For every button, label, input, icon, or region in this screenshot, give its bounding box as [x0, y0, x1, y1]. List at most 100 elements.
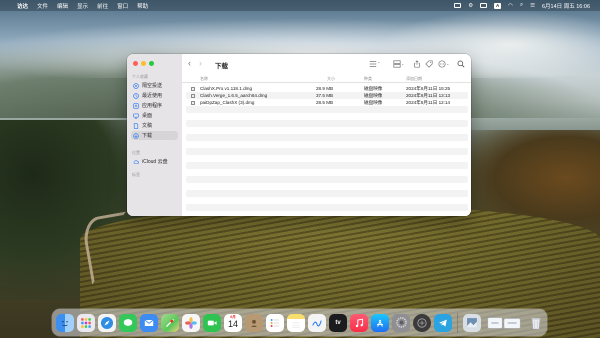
- more-actions-icon[interactable]: ⌄: [438, 59, 449, 68]
- file-row[interactable]: Clash.Verge_1.6.5_aarch64.dmg 37.5 MB 磁盘…: [186, 92, 468, 99]
- empty-row: [186, 162, 468, 169]
- applications-icon: [133, 102, 139, 109]
- clash-icon[interactable]: [413, 313, 431, 332]
- minimize-button[interactable]: [141, 61, 146, 66]
- music-icon[interactable]: [350, 313, 368, 332]
- empty-row: [186, 190, 468, 197]
- finder-sidebar: 个人收藏 隔空投送 最近使用 应用程序 桌面 文稿 下载 位置 iCloud 云…: [127, 54, 182, 216]
- mail-icon[interactable]: [140, 313, 158, 332]
- wifi-icon[interactable]: ◠: [508, 3, 513, 9]
- disk-image-icon: [191, 100, 195, 105]
- share-icon[interactable]: [413, 59, 421, 68]
- empty-row: [186, 169, 468, 176]
- sidebar-item-downloads[interactable]: 下载: [131, 131, 178, 140]
- column-name[interactable]: 名称: [200, 76, 208, 82]
- sidebar-item-label: 最近使用: [142, 93, 163, 99]
- file-row[interactable]: ClashX.Pro.v1.118.1.dmg 28.9 MB 磁盘映像 202…: [186, 85, 468, 92]
- file-list: ClashX.Pro.v1.118.1.dmg 28.9 MB 磁盘映像 202…: [186, 85, 468, 211]
- finder-window: 个人收藏 隔空投送 最近使用 应用程序 桌面 文稿 下载 位置 iCloud 云…: [127, 54, 471, 216]
- finder-icon[interactable]: [56, 313, 74, 332]
- launchpad-icon[interactable]: [77, 313, 95, 332]
- window-controls: [133, 61, 154, 66]
- photos-icon[interactable]: [182, 313, 200, 332]
- facetime-icon[interactable]: [203, 313, 221, 332]
- empty-row: [186, 148, 468, 155]
- file-name: ClashX.Pro.v1.118.1.dmg: [200, 86, 253, 91]
- appstore-icon[interactable]: [371, 313, 389, 332]
- menu-edit[interactable]: 编辑: [57, 2, 68, 10]
- sidebar-item-documents[interactable]: 文稿: [131, 121, 178, 130]
- calendar-icon[interactable]: 6月 14: [224, 313, 242, 332]
- disk-image-icon: [191, 86, 195, 91]
- empty-row: [186, 120, 468, 127]
- finder-content: ‹ › 下载 ⌃ ⌄ ⌄ 名称 大小 种类 添加日期 ClashX.Pro.v1…: [182, 54, 471, 216]
- sidebar-item-icloud[interactable]: iCloud 云盘: [131, 157, 178, 166]
- app-menu[interactable]: 访达: [17, 2, 28, 10]
- desktop-icon: [133, 113, 139, 119]
- tv-label: tv: [335, 319, 341, 326]
- safari-icon[interactable]: [98, 313, 116, 332]
- finder-toolbar: ‹ › 下载 ⌃ ⌄ ⌄: [182, 54, 471, 74]
- airdrop-icon: [133, 82, 139, 89]
- dock-separator: [457, 312, 458, 333]
- reminders-icon[interactable]: [266, 313, 284, 332]
- search-icon[interactable]: ⌕: [520, 2, 523, 9]
- menu-view[interactable]: 显示: [77, 2, 88, 10]
- sidebar-item-airdrop[interactable]: 隔空投送: [131, 81, 178, 90]
- empty-row: [186, 197, 468, 204]
- empty-row: [186, 134, 468, 141]
- column-kind[interactable]: 种类: [364, 76, 372, 82]
- tag-icon[interactable]: [425, 59, 433, 68]
- downloads-stack-icon[interactable]: [484, 314, 524, 332]
- sidebar-item-recents[interactable]: 最近使用: [131, 91, 178, 100]
- preview-icon[interactable]: [462, 313, 481, 332]
- menu-window[interactable]: 窗口: [117, 2, 128, 10]
- menubar-clock[interactable]: 6月14日 周五 16:06: [542, 2, 590, 10]
- battery-icon[interactable]: [480, 3, 488, 8]
- back-button[interactable]: ‹: [188, 59, 191, 68]
- sidebar-item-desktop[interactable]: 桌面: [131, 111, 178, 120]
- group-icon[interactable]: ⌄: [393, 59, 404, 68]
- contacts-icon[interactable]: [245, 313, 263, 332]
- calendar-day: 14: [227, 318, 238, 329]
- download-icon: [133, 132, 139, 139]
- empty-row: [186, 106, 468, 113]
- sidebar-item-label: iCloud 云盘: [142, 159, 168, 165]
- menu-file[interactable]: 文件: [37, 2, 48, 10]
- trash-icon[interactable]: [527, 314, 545, 332]
- file-row[interactable]: paiDpZap_ClashX (3).dmg 28.5 MB 磁盘映像 202…: [186, 99, 468, 106]
- file-size: 28.5 MB: [316, 100, 334, 105]
- freeform-icon[interactable]: [308, 313, 326, 332]
- clock-icon: [133, 92, 139, 99]
- close-button[interactable]: [133, 61, 138, 66]
- search-icon[interactable]: [457, 59, 465, 68]
- status-app-icon[interactable]: [454, 3, 462, 8]
- file-size: 28.9 MB: [316, 86, 334, 91]
- notes-icon[interactable]: [287, 313, 305, 332]
- messages-icon[interactable]: [119, 313, 137, 332]
- menu-help[interactable]: 帮助: [137, 2, 148, 10]
- disk-image-icon: [191, 93, 195, 98]
- settings-icon[interactable]: [392, 313, 410, 332]
- control-center-icon[interactable]: ☰: [530, 3, 535, 9]
- sidebar-item-label: 桌面: [142, 113, 153, 119]
- sidebar-item-label: 文稿: [142, 123, 153, 129]
- input-source-icon[interactable]: A: [494, 2, 502, 9]
- empty-row: [186, 113, 468, 120]
- list-view-icon[interactable]: ⌃: [369, 59, 380, 68]
- sidebar-item-label: 下载: [142, 133, 153, 139]
- control-icon[interactable]: ⚙: [468, 3, 473, 9]
- telegram-icon[interactable]: [434, 313, 452, 332]
- forward-button[interactable]: ›: [199, 59, 202, 68]
- tv-icon[interactable]: tv: [329, 313, 347, 332]
- column-date[interactable]: 添加日期: [406, 76, 422, 82]
- sidebar-item-applications[interactable]: 应用程序: [131, 101, 178, 110]
- column-size[interactable]: 大小: [327, 76, 335, 82]
- sidebar-header-locations: 位置: [132, 150, 140, 155]
- menu-go[interactable]: 前往: [97, 2, 108, 10]
- maps-icon[interactable]: [161, 313, 179, 332]
- empty-row: [186, 176, 468, 183]
- cloud-icon: [133, 159, 139, 165]
- dock: 6月 14 tv: [52, 309, 547, 336]
- zoom-button[interactable]: [149, 61, 154, 66]
